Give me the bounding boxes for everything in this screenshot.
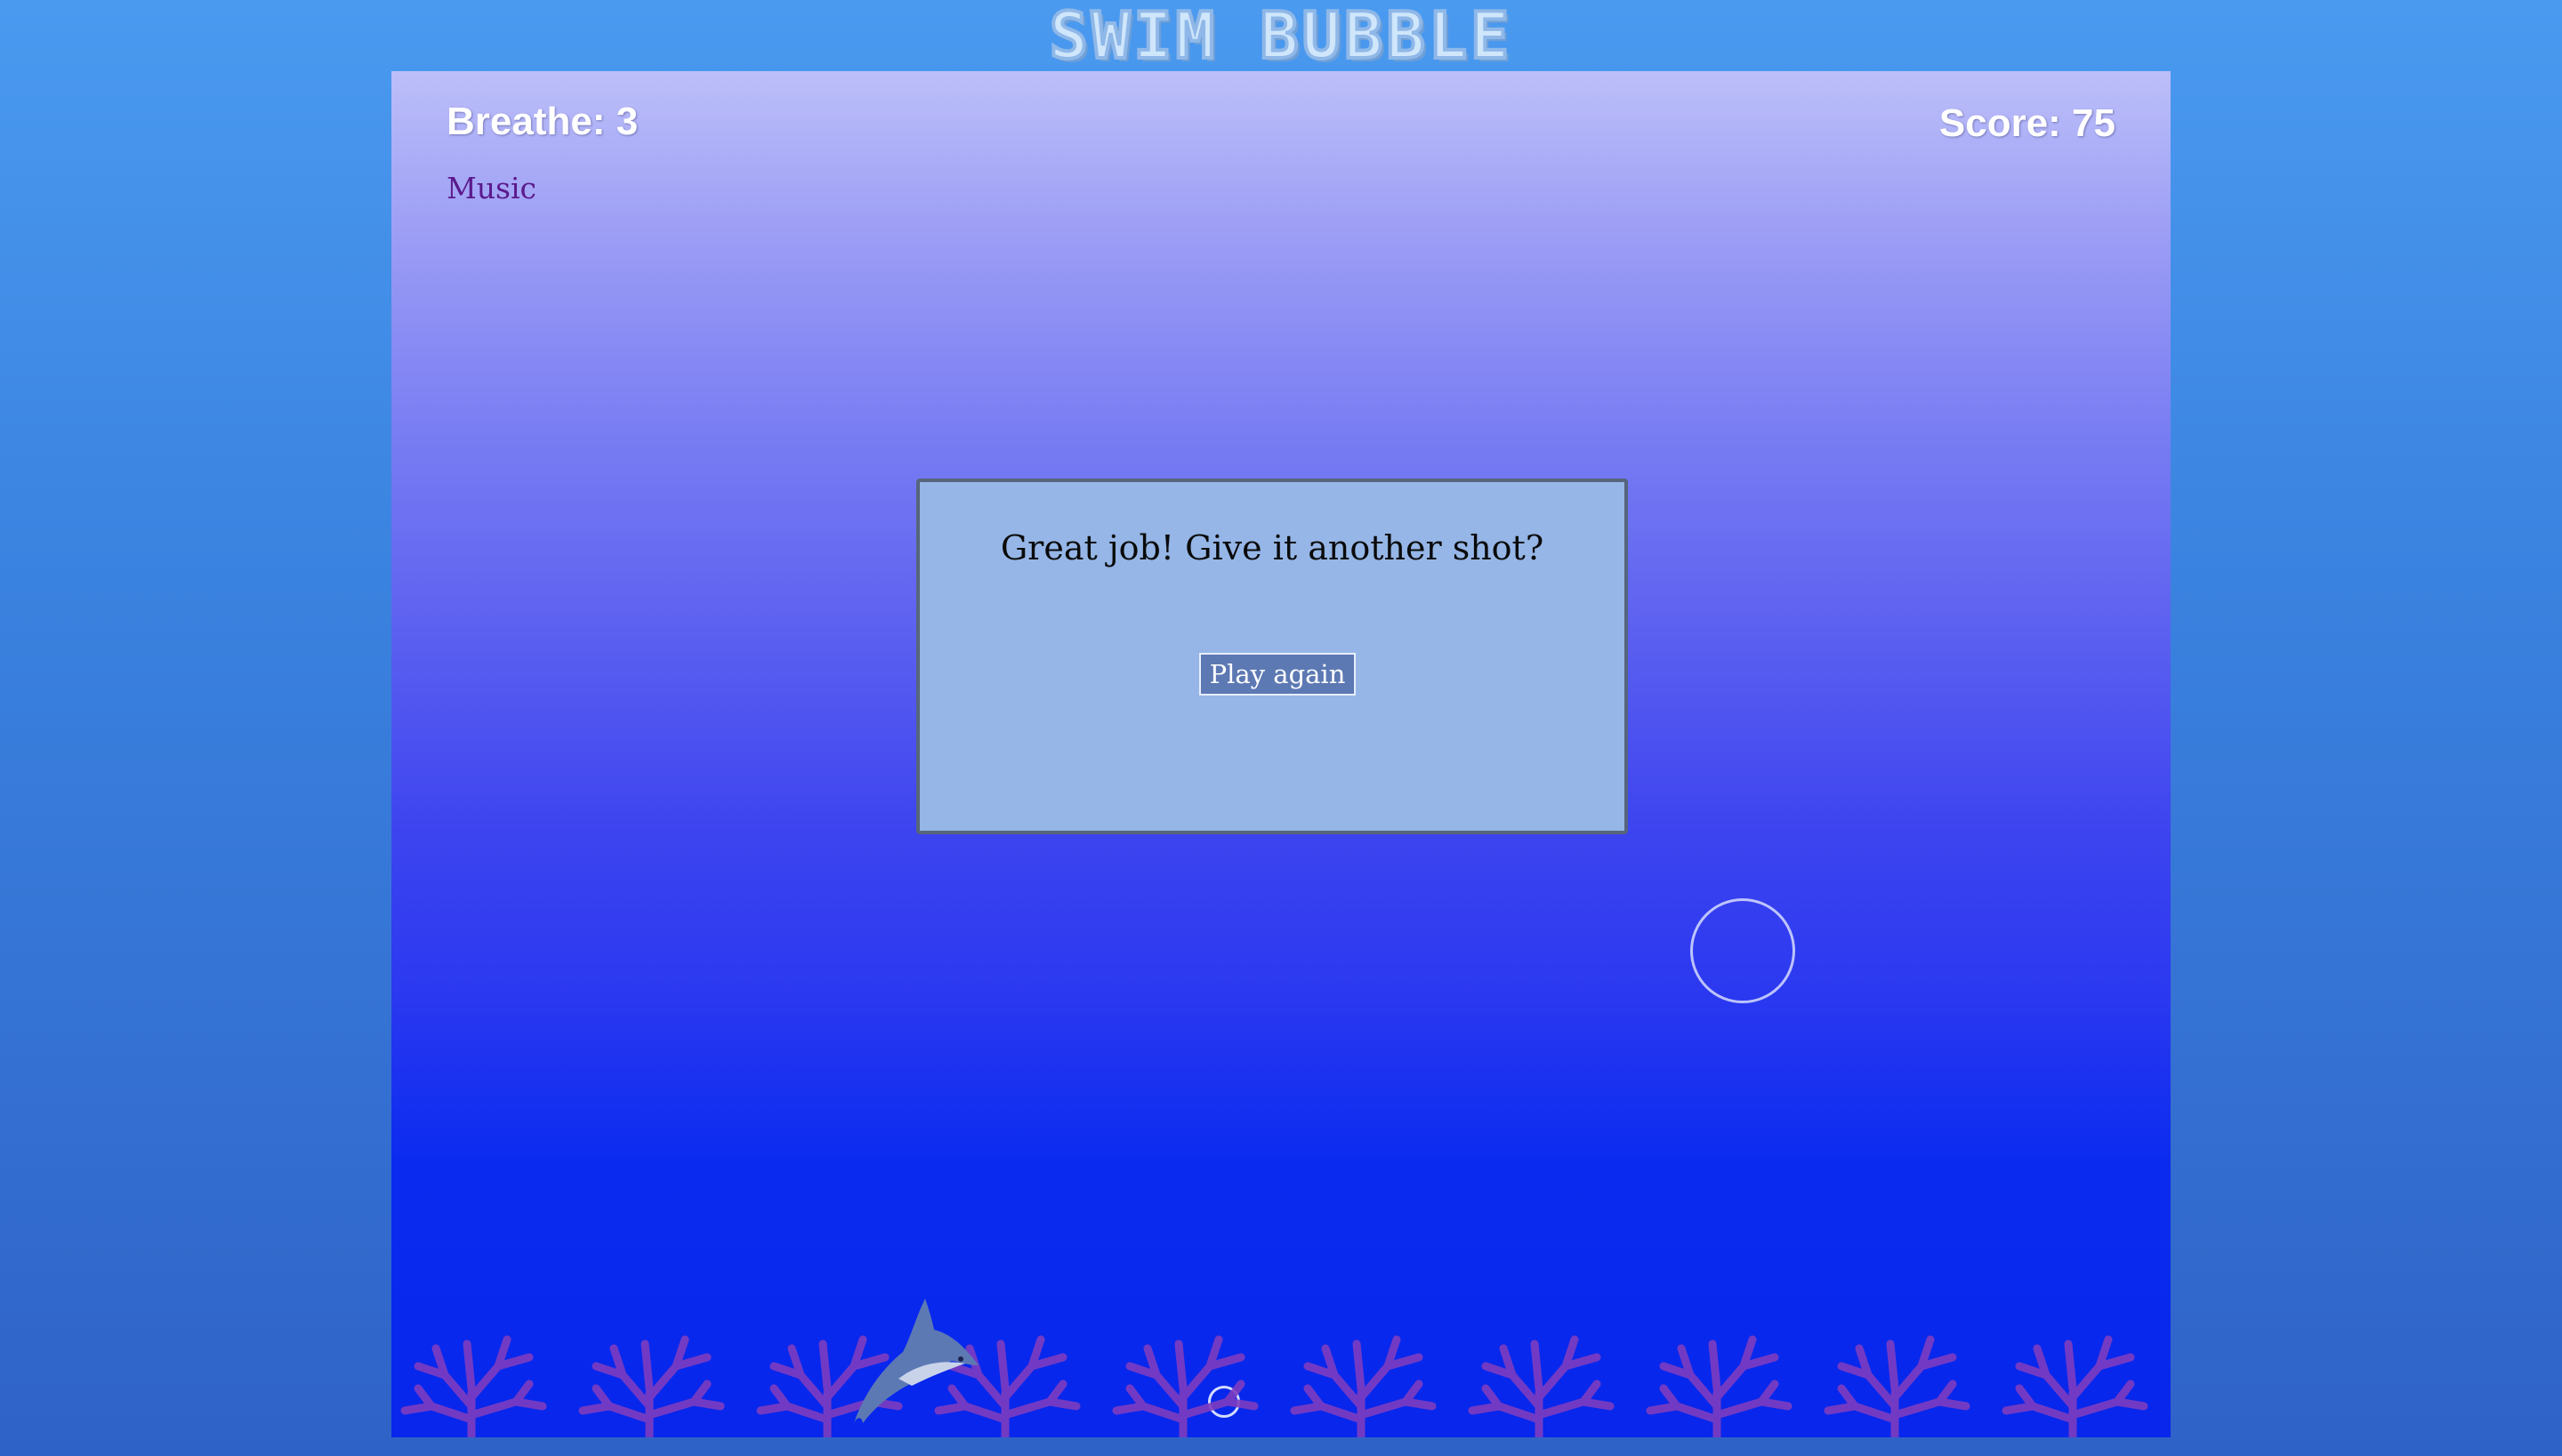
coral-icon — [1650, 1339, 1788, 1437]
dialog-message: Great job! Give it another shot? — [1000, 528, 1544, 567]
score-counter: Score: 75 — [1938, 101, 2115, 145]
music-toggle-link[interactable]: Music — [447, 171, 536, 205]
coral-icon — [1472, 1339, 1610, 1437]
game-stage[interactable]: Breathe: 3 Score: 75 Music Great job! Gi… — [391, 71, 2171, 1437]
play-again-button[interactable]: Play again — [1199, 653, 1356, 696]
game-over-dialog: Great job! Give it another shot? Play ag… — [916, 479, 1628, 834]
coral-reef — [391, 1322, 2171, 1437]
coral-icon — [1116, 1339, 1254, 1437]
breathe-counter: Breathe: 3 — [447, 100, 639, 143]
coral-icon — [2006, 1339, 2144, 1437]
bubble-icon[interactable] — [1690, 898, 1795, 1003]
coral-icon — [405, 1339, 543, 1437]
coral-icon — [1294, 1339, 1432, 1437]
game-title: SWIM BUBBLE — [1048, 0, 1513, 73]
coral-icon — [583, 1339, 721, 1437]
dolphin-icon[interactable] — [836, 1281, 987, 1432]
coral-icon — [1828, 1339, 1966, 1437]
